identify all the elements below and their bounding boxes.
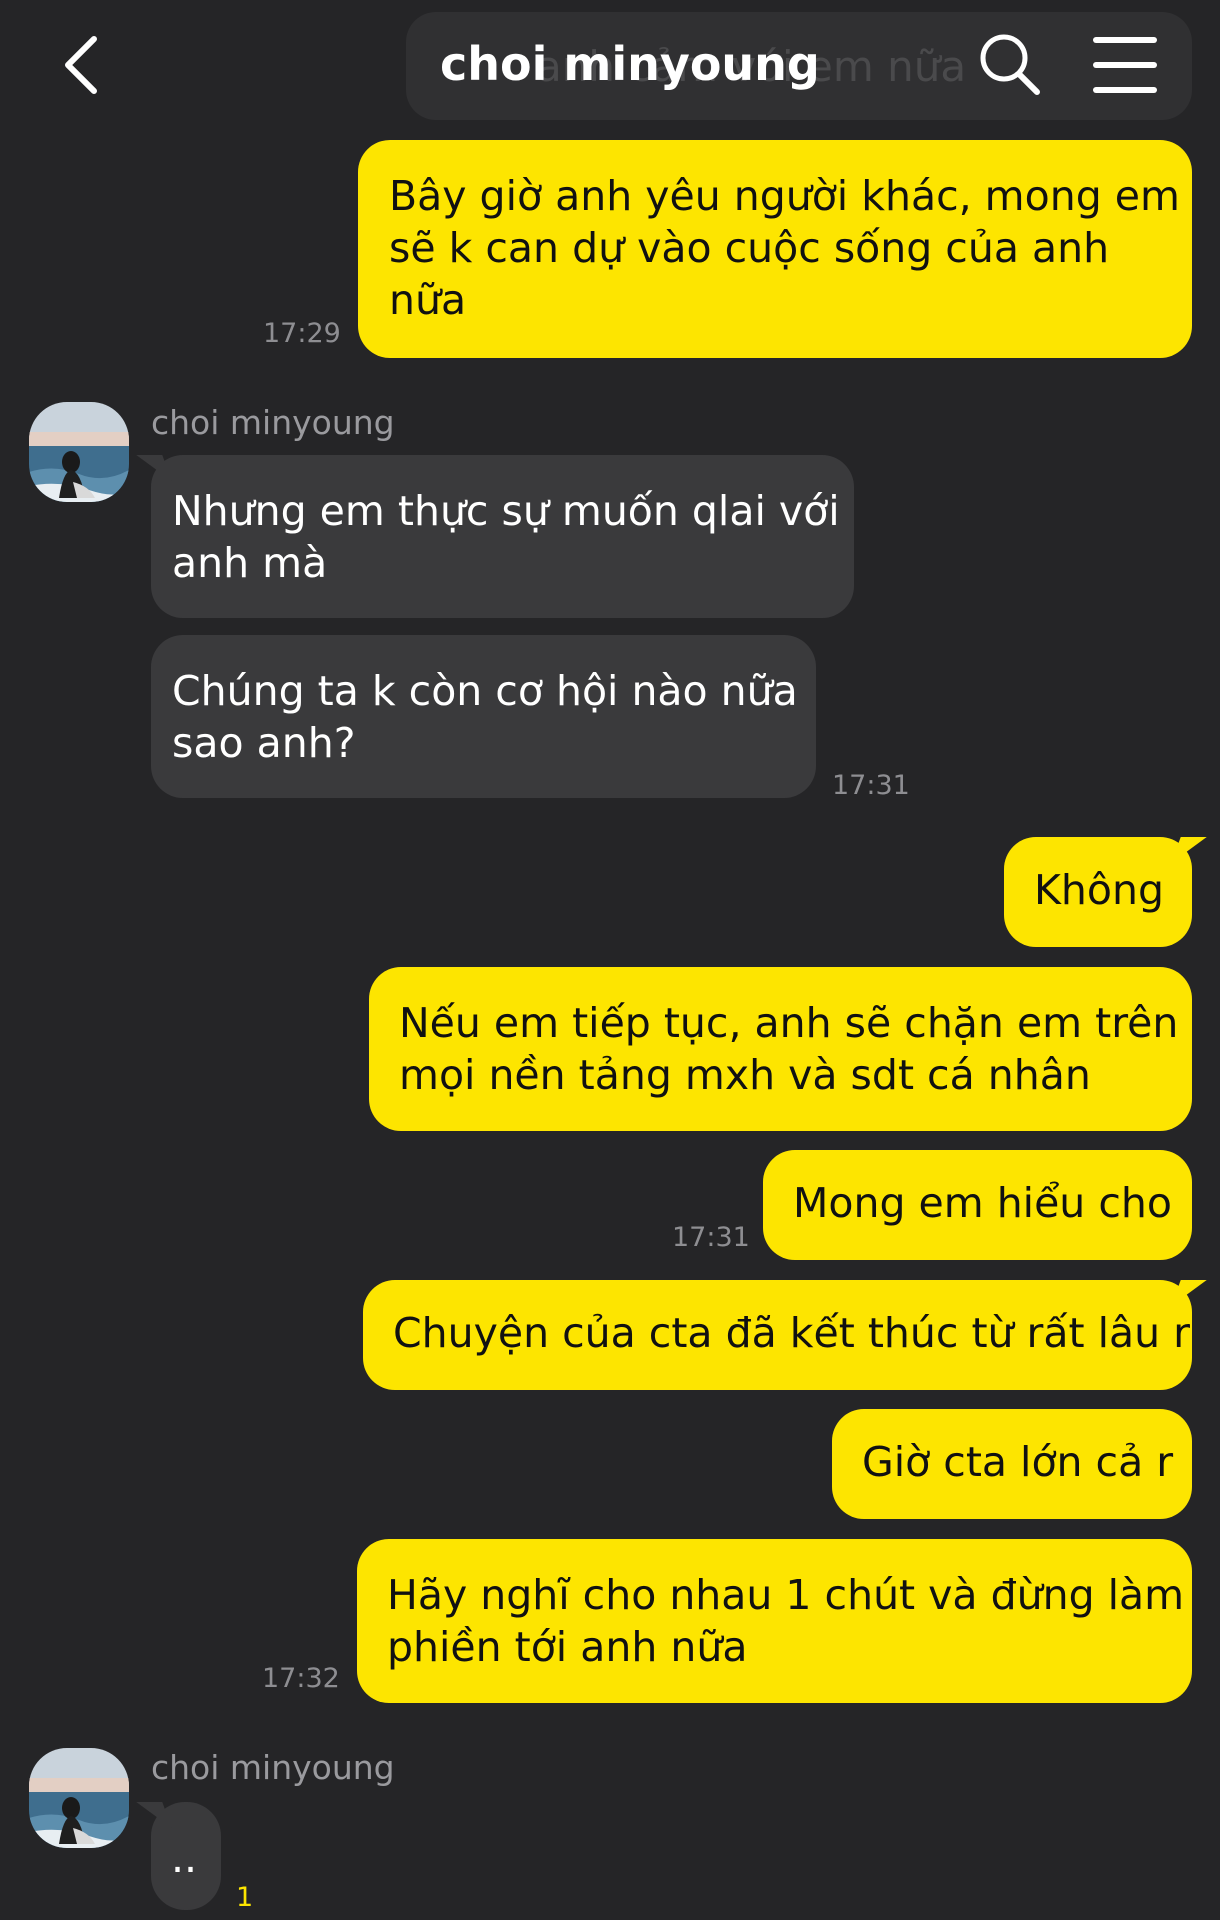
message-line: Nếu em tiếp tục, anh sẽ chặn em trên xyxy=(399,999,1179,1047)
message-line: phiền tới anh nữa xyxy=(387,1623,748,1671)
chat-title: choi minyoung xyxy=(440,37,820,91)
message-line: Hãy nghĩ cho nhau 1 chút và đừng làm xyxy=(387,1571,1185,1619)
message-line: sẽ k can dự vào cuộc sống của anh xyxy=(389,224,1110,272)
incoming-message[interactable]: Nhưng em thực sự muốn qlai với anh mà xyxy=(151,455,854,618)
message-line: Chuyện của cta đã kết thúc từ rất lâu r xyxy=(393,1309,1191,1357)
outgoing-message[interactable]: Mong em hiểu cho xyxy=(763,1150,1192,1260)
message-timestamp: 17:32 xyxy=(262,1663,340,1694)
message-line: nữa xyxy=(389,276,467,324)
avatar-image xyxy=(29,402,129,502)
incoming-message[interactable]: .. xyxy=(151,1802,221,1910)
sender-name: choi minyoung xyxy=(151,1748,395,1787)
message-timestamp: 17:31 xyxy=(672,1222,750,1253)
outgoing-message[interactable]: Bây giờ anh yêu người khác, mong em sẽ k… xyxy=(358,140,1192,358)
message-timestamp: 17:29 xyxy=(263,318,341,349)
outgoing-message[interactable]: Chuyện của cta đã kết thúc từ rất lâu r xyxy=(363,1280,1192,1390)
message-line: .. xyxy=(171,1834,198,1882)
incoming-message[interactable]: Chúng ta k còn cơ hội nào nữa sao anh? xyxy=(151,635,816,798)
message-timestamp: 17:31 xyxy=(832,770,910,801)
message-line: sao anh? xyxy=(172,719,356,767)
message-line: Chúng ta k còn cơ hội nào nữa xyxy=(172,667,798,715)
unread-count: 1 xyxy=(236,1882,254,1913)
back-button[interactable] xyxy=(50,30,110,100)
message-line: Nhưng em thực sự muốn qlai với xyxy=(172,487,840,535)
search-icon xyxy=(980,34,1040,95)
search-button[interactable] xyxy=(975,30,1045,100)
menu-icon xyxy=(1093,37,1157,93)
avatar[interactable] xyxy=(29,1748,129,1848)
outgoing-message[interactable]: Giờ cta lớn cả r xyxy=(832,1409,1192,1519)
message-line: Bây giờ anh yêu người khác, mong em xyxy=(389,172,1180,220)
outgoing-message[interactable]: Nếu em tiếp tục, anh sẽ chặn em trên mọi… xyxy=(369,967,1192,1131)
message-line: mọi nền tảng mxh và sdt cá nhân xyxy=(399,1051,1091,1099)
outgoing-message[interactable]: Hãy nghĩ cho nhau 1 chút và đừng làm phi… xyxy=(357,1539,1192,1703)
avatar-image xyxy=(29,1748,129,1848)
message-line: anh mà xyxy=(172,539,328,587)
avatar[interactable] xyxy=(29,402,129,502)
sender-name: choi minyoung xyxy=(151,403,395,442)
outgoing-message[interactable]: Không xyxy=(1004,837,1192,947)
message-line: Giờ cta lớn cả r xyxy=(862,1438,1174,1486)
message-line: Mong em hiểu cho xyxy=(793,1179,1172,1227)
menu-button[interactable] xyxy=(1090,32,1160,98)
chat-screen: anh cảm với em nữa choi minyoung Bây giờ… xyxy=(0,0,1220,1920)
chevron-left-icon xyxy=(65,36,97,94)
message-line: Không xyxy=(1034,866,1164,914)
